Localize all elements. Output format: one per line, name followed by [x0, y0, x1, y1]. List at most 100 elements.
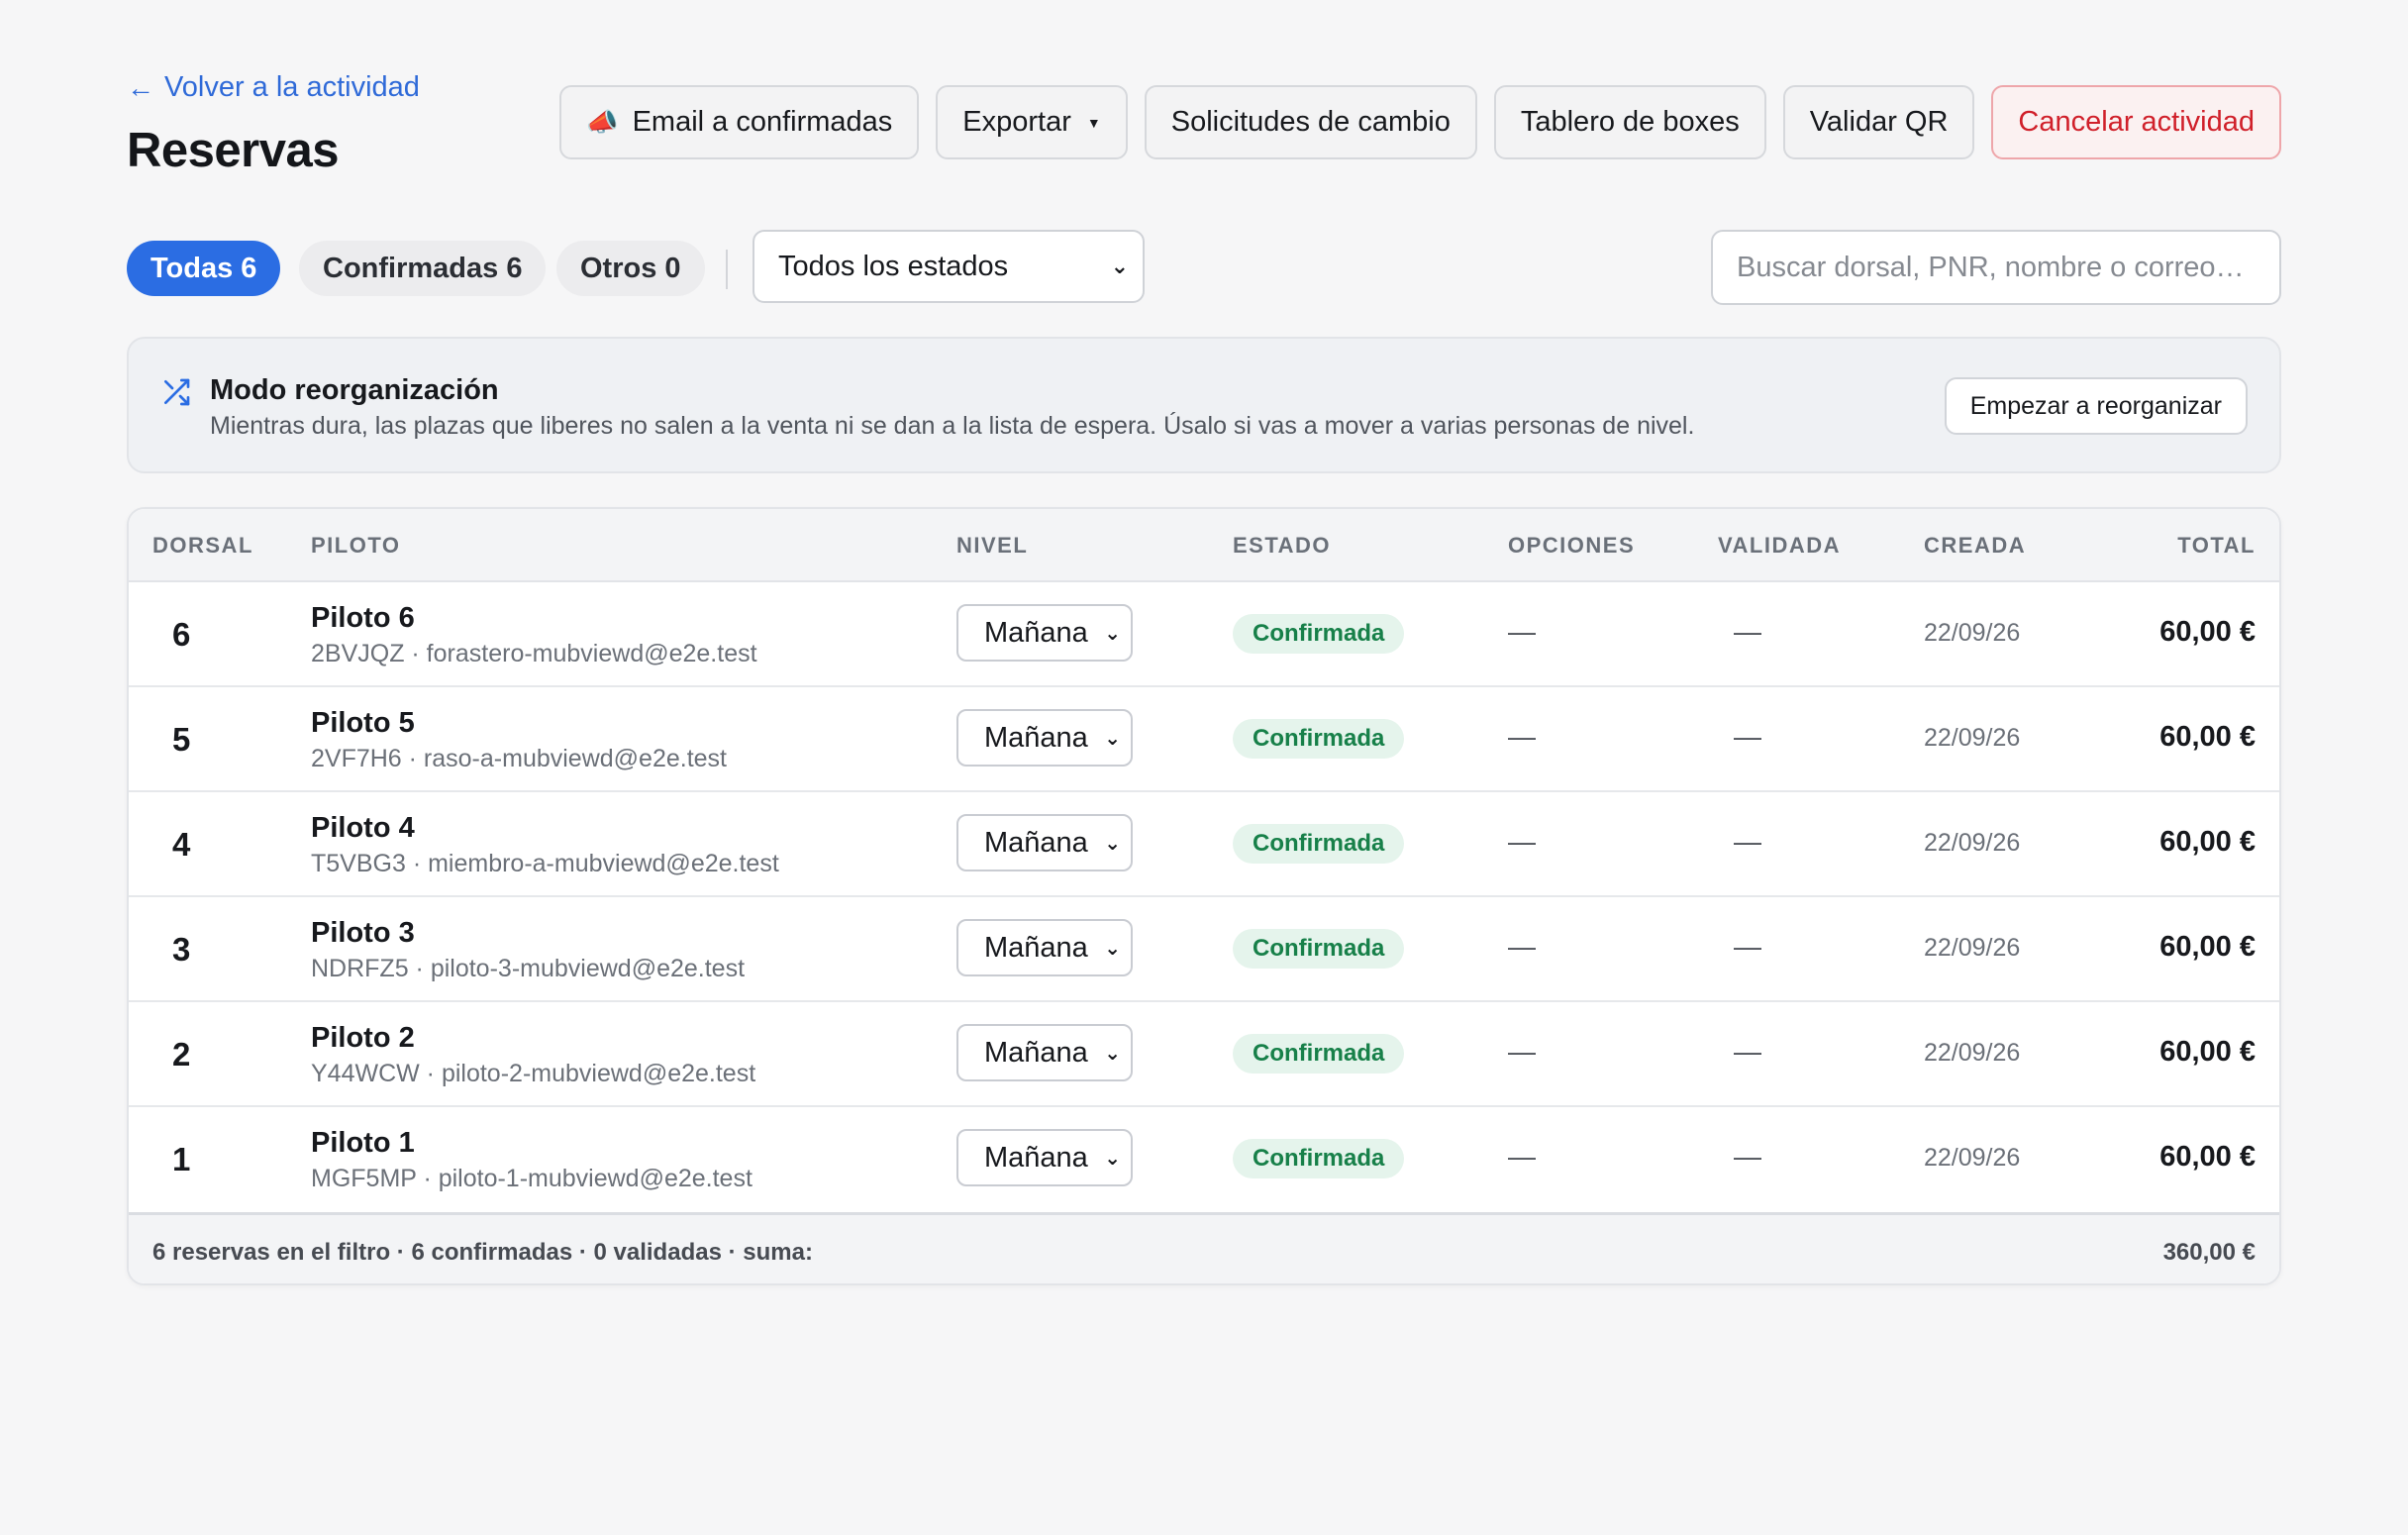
megaphone-icon: 📣	[586, 107, 619, 137]
state-filter-select[interactable]: Todos los estados ⌄	[752, 230, 1145, 303]
page-title: Reservas	[127, 124, 339, 177]
pilot-name[interactable]: Piloto 2	[311, 1022, 415, 1055]
header-nivel[interactable]: NIVEL	[956, 533, 1028, 559]
dorsal-number: 1	[172, 1141, 191, 1177]
chevron-down-icon: ⌄	[1104, 937, 1121, 960]
level-select[interactable]: Mañana ⌄	[956, 814, 1133, 871]
options-value: —	[1508, 931, 1536, 962]
level-select-value: Mañana	[984, 1141, 1088, 1174]
pilot-name[interactable]: Piloto 1	[311, 1127, 415, 1160]
status-badge: Confirmada	[1233, 1139, 1405, 1178]
table-header: DORSAL PILOTO NIVEL ESTADO OPCIONES VALI…	[129, 509, 2279, 582]
level-select[interactable]: Mañana ⌄	[956, 709, 1133, 767]
chevron-down-icon: ⌄	[1104, 1042, 1121, 1065]
status-badge: Confirmada	[1233, 614, 1405, 654]
header-piloto[interactable]: PILOTO	[311, 533, 401, 559]
status-badge: Confirmada	[1233, 929, 1405, 969]
status-badge: Confirmada	[1233, 824, 1405, 864]
reservations-table: DORSAL PILOTO NIVEL ESTADO OPCIONES VALI…	[127, 507, 2281, 1285]
pilot-name[interactable]: Piloto 4	[311, 812, 415, 845]
footer-sum-total: 360,00 €	[2162, 1239, 2256, 1266]
header-dorsal[interactable]: DORSAL	[152, 533, 253, 559]
cancel-activity-button[interactable]: Cancelar actividad	[1991, 85, 2281, 159]
table-row[interactable]: 2 Piloto 2 Y44WCW · piloto-2-mubviewd@e2…	[129, 1002, 2279, 1107]
state-filter-value: Todos los estados	[778, 250, 1009, 282]
table-row[interactable]: 1 Piloto 1 MGF5MP · piloto-1-mubviewd@e2…	[129, 1107, 2279, 1212]
chevron-down-icon: ⌄	[1104, 727, 1121, 750]
arrow-left-icon: ←	[127, 71, 154, 103]
toolbar: 📣 Email a confirmadas Exportar ▼ Solicit…	[559, 85, 2281, 159]
row-total: 60,00 €	[2159, 1141, 2256, 1173]
email-confirmed-button[interactable]: 📣 Email a confirmadas	[559, 85, 920, 159]
start-reorg-button[interactable]: Empezar a reorganizar	[1944, 377, 2248, 435]
header-estado[interactable]: ESTADO	[1233, 533, 1331, 559]
status-badge: Confirmada	[1233, 1034, 1405, 1074]
validated-value: —	[1734, 931, 1761, 962]
options-value: —	[1508, 721, 1536, 752]
row-total: 60,00 €	[2159, 721, 2256, 753]
pilot-name[interactable]: Piloto 5	[311, 707, 415, 740]
chevron-down-icon: ⌄	[1110, 254, 1129, 278]
reorg-title: Modo reorganización	[210, 374, 499, 406]
validated-value: —	[1734, 826, 1761, 857]
pilot-pnr-email: Y44WCW · piloto-2-mubviewd@e2e.test	[311, 1060, 756, 1087]
pilot-pnr-email: MGF5MP · piloto-1-mubviewd@e2e.test	[311, 1165, 752, 1192]
shuffle-icon	[164, 378, 190, 406]
table-row[interactable]: 6 Piloto 6 2BVJQZ · forastero-mubviewd@e…	[129, 582, 2279, 687]
header-opciones: OPCIONES	[1508, 533, 1636, 558]
boxes-board-label: Tablero de boxes	[1520, 106, 1740, 138]
table-row[interactable]: 5 Piloto 5 2VF7H6 · raso-a-mubviewd@e2e.…	[129, 687, 2279, 792]
export-label: Exportar	[962, 106, 1071, 138]
dorsal-number: 5	[172, 721, 191, 758]
table-row[interactable]: 4 Piloto 4 T5VBG3 · miembro-a-mubviewd@e…	[129, 792, 2279, 897]
tab-others[interactable]: Otros 0	[556, 241, 705, 296]
tab-all[interactable]: Todas 6	[127, 241, 281, 296]
level-select[interactable]: Mañana ⌄	[956, 1129, 1133, 1186]
table-row[interactable]: 3 Piloto 3 NDRFZ5 · piloto-3-mubviewd@e2…	[129, 897, 2279, 1002]
pilot-name[interactable]: Piloto 3	[311, 917, 415, 950]
created-date: 22/09/26	[1924, 934, 2021, 962]
filter-bar: Todas 6 Confirmadas 6 Otros 0 Todos los …	[127, 230, 2281, 305]
header-total[interactable]: TOTAL	[2177, 533, 2256, 559]
validate-qr-button[interactable]: Validar QR	[1782, 85, 1975, 159]
row-total: 60,00 €	[2159, 826, 2256, 858]
pilot-pnr-email: 2VF7H6 · raso-a-mubviewd@e2e.test	[311, 745, 727, 772]
validated-value: —	[1734, 1036, 1761, 1067]
caret-down-icon: ▼	[1086, 114, 1101, 131]
back-link-label: Volver a la actividad	[164, 71, 420, 103]
back-link[interactable]: ← Volver a la actividad	[127, 71, 420, 104]
level-select-value: Mañana	[984, 1036, 1088, 1069]
level-select-value: Mañana	[984, 616, 1088, 649]
pilot-pnr-email: 2BVJQZ · forastero-mubviewd@e2e.test	[311, 640, 757, 667]
change-requests-label: Solicitudes de cambio	[1170, 106, 1451, 138]
created-date: 22/09/26	[1924, 724, 2021, 752]
level-select[interactable]: Mañana ⌄	[956, 604, 1133, 662]
created-date: 22/09/26	[1924, 1144, 2021, 1172]
validate-qr-label: Validar QR	[1809, 106, 1949, 138]
dorsal-number: 2	[172, 1036, 191, 1073]
validated-value: —	[1734, 721, 1761, 752]
dorsal-number: 3	[172, 931, 191, 968]
level-select-value: Mañana	[984, 721, 1088, 754]
row-total: 60,00 €	[2159, 616, 2256, 648]
pilot-pnr-email: NDRFZ5 · piloto-3-mubviewd@e2e.test	[311, 955, 746, 982]
header-creada[interactable]: CREADA	[1924, 533, 2026, 559]
dorsal-number: 4	[172, 826, 191, 863]
change-requests-button[interactable]: Solicitudes de cambio	[1144, 85, 1477, 159]
options-value: —	[1508, 1141, 1536, 1172]
table-footer: 6 reservas en el filtro · 6 confirmadas …	[129, 1212, 2279, 1283]
level-select[interactable]: Mañana ⌄	[956, 1024, 1133, 1081]
created-date: 22/09/26	[1924, 619, 2021, 647]
validated-value: —	[1734, 1141, 1761, 1172]
email-confirmed-label: Email a confirmadas	[632, 106, 893, 138]
divider	[726, 250, 728, 289]
pilot-name[interactable]: Piloto 6	[311, 602, 415, 635]
row-total: 60,00 €	[2159, 931, 2256, 963]
tab-confirmed[interactable]: Confirmadas 6	[299, 241, 547, 296]
level-select[interactable]: Mañana ⌄	[956, 919, 1133, 976]
boxes-board-button[interactable]: Tablero de boxes	[1493, 85, 1766, 159]
reorg-banner: Modo reorganización Mientras dura, las p…	[127, 337, 2281, 473]
chevron-down-icon: ⌄	[1104, 1147, 1121, 1170]
export-button[interactable]: Exportar ▼	[936, 85, 1128, 159]
search-input[interactable]	[1711, 230, 2281, 305]
